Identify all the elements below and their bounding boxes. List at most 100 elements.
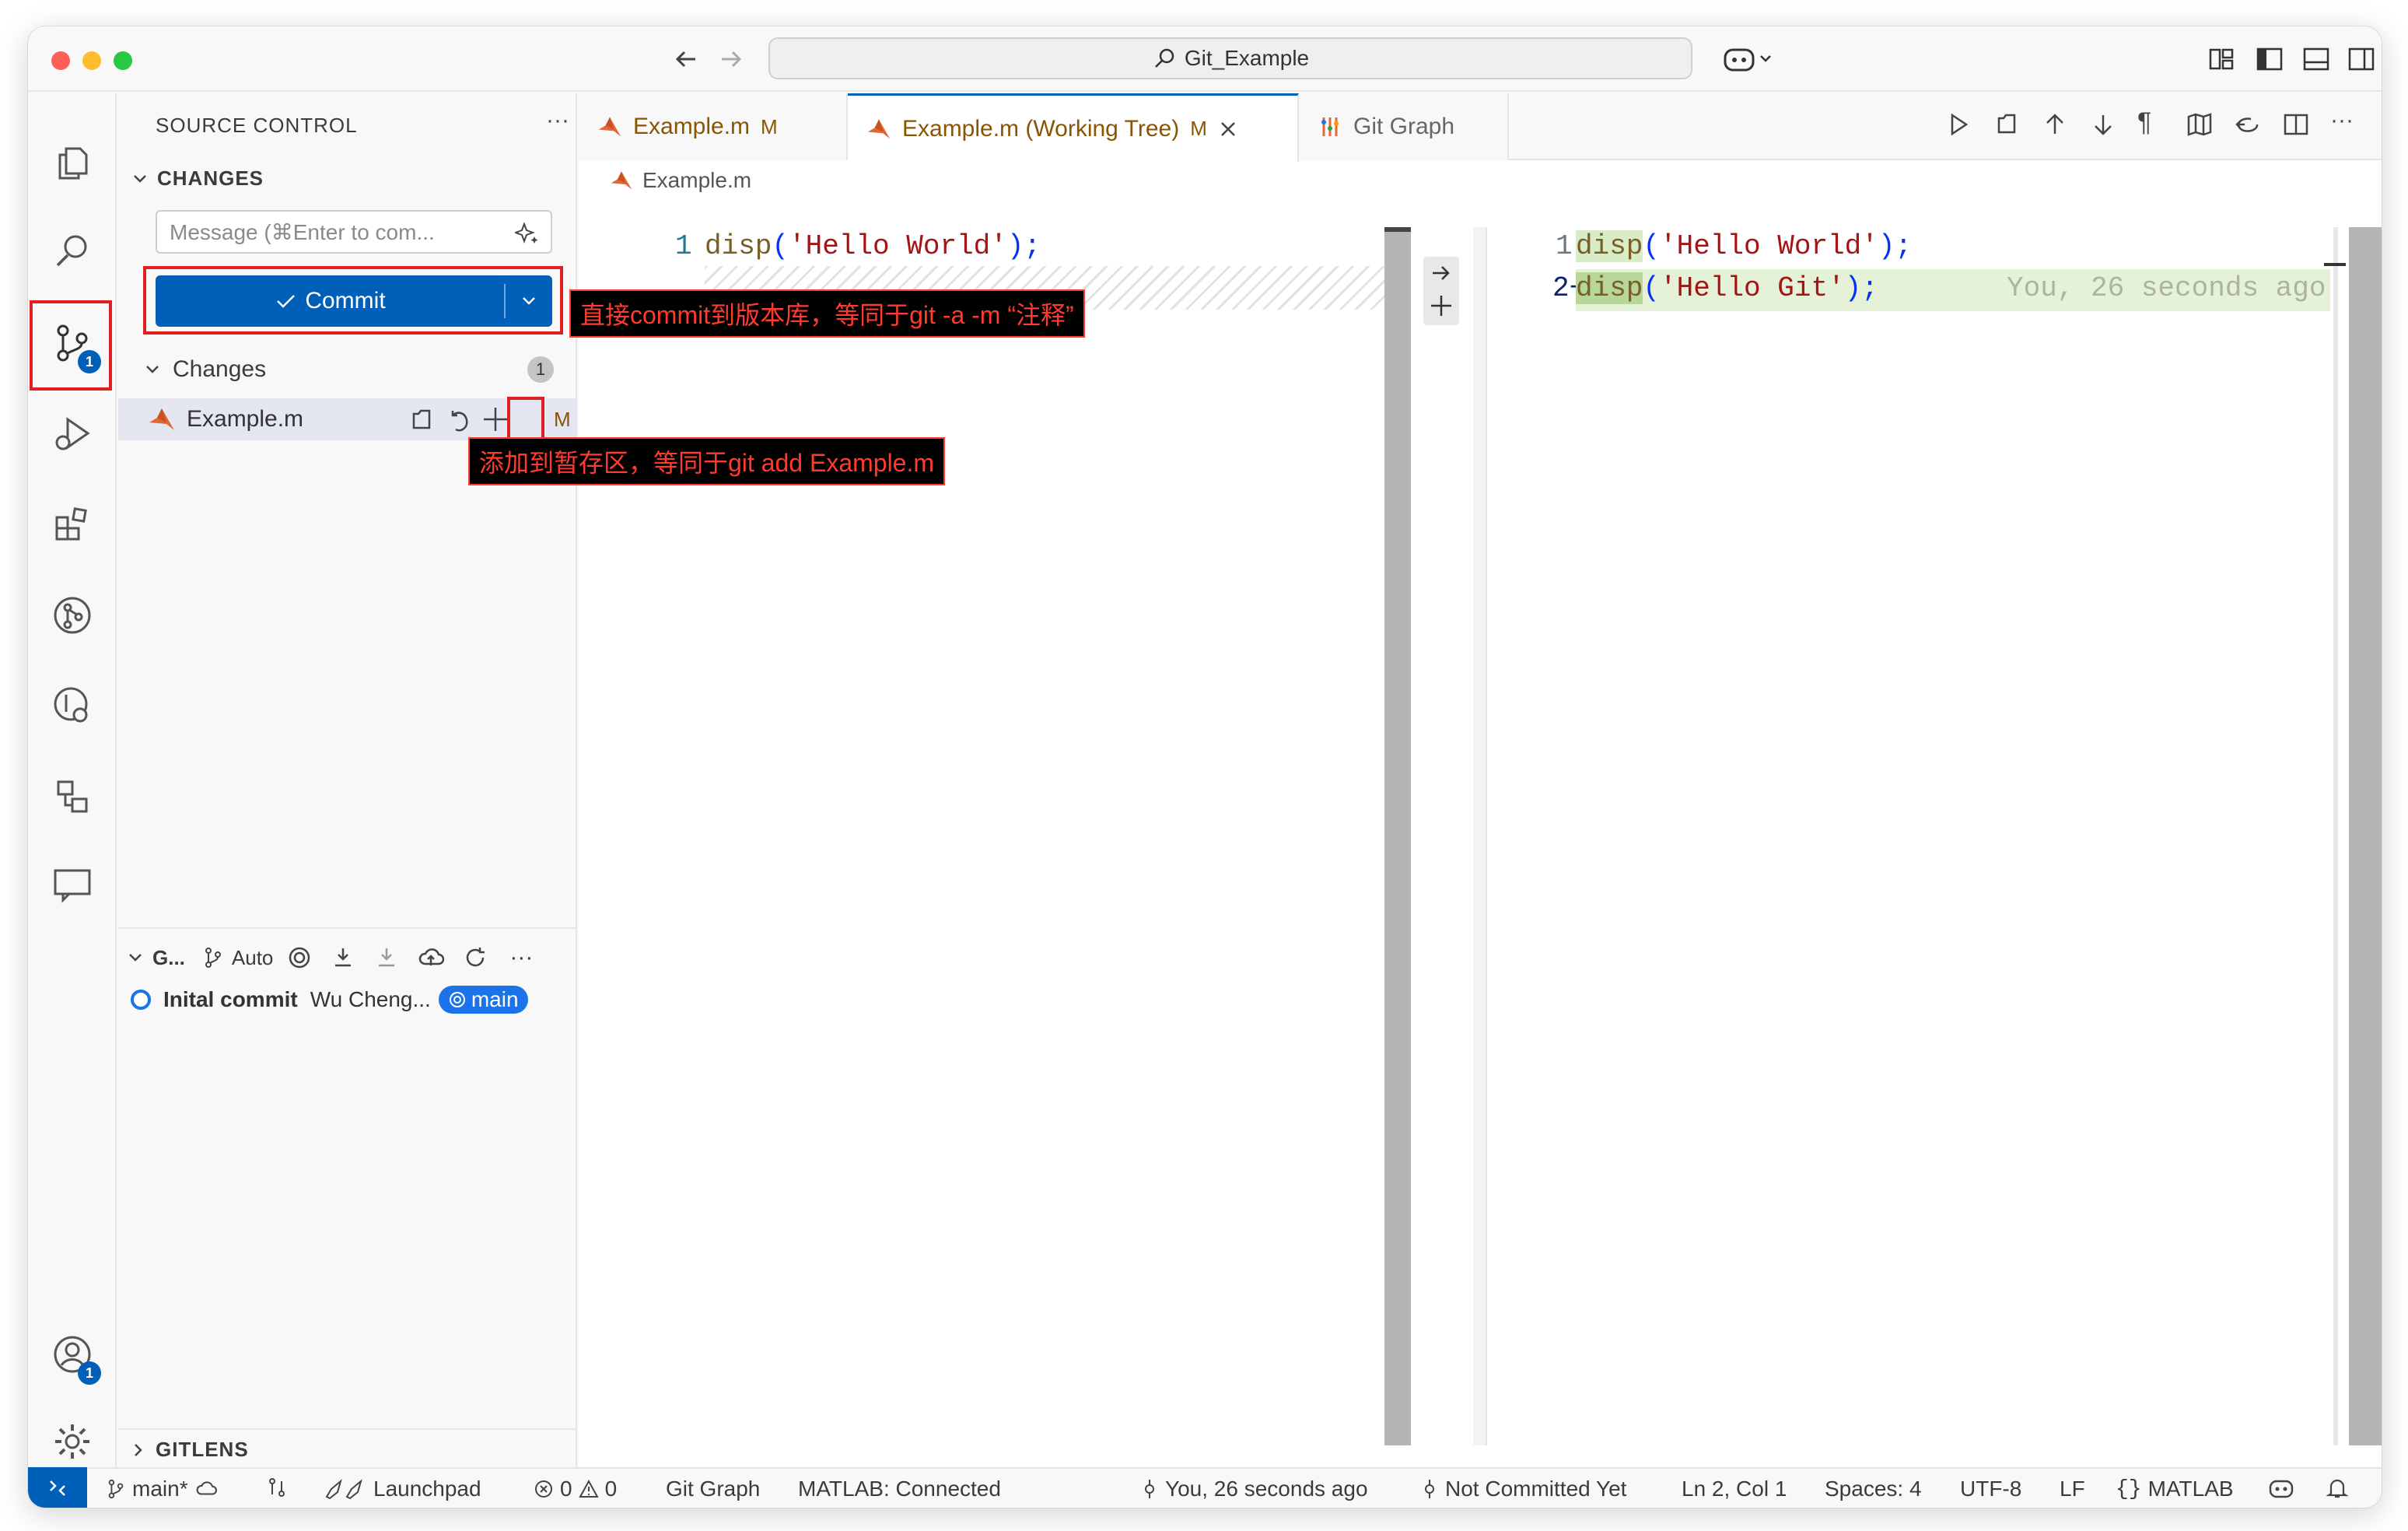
- toggle-secondary-sidebar-icon[interactable]: [2346, 44, 2377, 75]
- accounts-icon[interactable]: 1: [48, 1330, 101, 1385]
- pull-icon[interactable]: [374, 945, 399, 970]
- target-icon[interactable]: [287, 945, 312, 970]
- breadcrumb-matlab-icon: [610, 169, 633, 192]
- run-icon[interactable]: [1944, 110, 1972, 138]
- matlab-tab-icon: [866, 117, 891, 142]
- revert-arrow-icon[interactable]: [1428, 260, 1454, 286]
- command-center[interactable]: Git_Example: [768, 37, 1692, 79]
- warning-icon: [578, 1479, 599, 1499]
- push-cloud-icon[interactable]: [418, 945, 445, 970]
- status-errors-count: 0: [560, 1477, 572, 1501]
- open-file-toolbar-icon[interactable]: [1993, 110, 2021, 138]
- status-encoding[interactable]: UTF-8: [1960, 1477, 2021, 1501]
- open-file-icon[interactable]: [408, 406, 436, 434]
- toggle-primary-sidebar-icon[interactable]: [2254, 44, 2285, 75]
- changes-group-chevron-icon: [143, 360, 162, 379]
- status-language[interactable]: {} MATLAB: [2116, 1477, 2234, 1501]
- code-function: disp: [1576, 272, 1643, 304]
- views-more-icon[interactable]: ···: [546, 107, 569, 134]
- graph-auto-label[interactable]: Auto: [232, 946, 274, 970]
- status-eol[interactable]: LF: [2060, 1477, 2085, 1501]
- commit-graph-header[interactable]: G... Auto ···: [126, 938, 533, 977]
- status-branch[interactable]: main*: [106, 1477, 218, 1501]
- changes-group-header[interactable]: Changes 1: [143, 350, 563, 389]
- forward-arrow-icon[interactable]: [716, 44, 747, 75]
- chevron-down-icon: [131, 170, 149, 188]
- manage-gear-icon[interactable]: [48, 1417, 96, 1466]
- customize-layout-icon[interactable]: [2206, 44, 2237, 75]
- graph-more-icon[interactable]: ···: [509, 944, 533, 971]
- explorer-icon[interactable]: [48, 138, 96, 187]
- next-change-icon[interactable]: [2089, 110, 2117, 138]
- copilot-icon[interactable]: [1722, 44, 1776, 75]
- right-code-line-1[interactable]: disp('Hello World');: [1576, 230, 1912, 262]
- matlab-tab-icon: [597, 114, 622, 139]
- stage-changes-plus-icon[interactable]: [481, 405, 510, 434]
- status-launchpad[interactable]: Launchpad: [324, 1477, 481, 1501]
- branch-pill[interactable]: main: [438, 986, 528, 1014]
- status-not-committed[interactable]: Not Committed Yet: [1420, 1477, 1626, 1501]
- status-git-graph[interactable]: Git Graph: [666, 1477, 760, 1501]
- editor-more-icon[interactable]: ···: [2330, 107, 2354, 134]
- extensions-icon[interactable]: [48, 499, 96, 548]
- map-icon[interactable]: [2186, 110, 2214, 138]
- status-spaces[interactable]: Spaces: 4: [1825, 1477, 1922, 1501]
- window-title: Git_Example: [1184, 46, 1310, 70]
- source-control-sidebar: SOURCE CONTROL ··· CHANGES Message (⌘Ent…: [118, 93, 577, 1467]
- gitlens-inspect-icon[interactable]: [48, 681, 96, 730]
- left-code-line[interactable]: disp('Hello World');: [705, 230, 1041, 262]
- commit-dropdown-chevron-icon[interactable]: [506, 291, 552, 311]
- sparkle-icon[interactable]: [515, 221, 540, 246]
- maximize-window-button[interactable]: [114, 51, 132, 70]
- commit-button[interactable]: Commit: [156, 275, 552, 327]
- changes-group-label: Changes: [173, 356, 267, 382]
- split-editor-icon[interactable]: [2282, 110, 2310, 138]
- close-window-button[interactable]: [51, 51, 70, 70]
- tab-label: Example.m (Working Tree): [902, 115, 1180, 142]
- branch-pill-label: main: [471, 987, 519, 1011]
- inline-blame: You, 26 seconds ago: [2007, 272, 2326, 304]
- code-paren: );: [1844, 272, 1878, 304]
- git-graph-view-icon[interactable]: [48, 591, 96, 639]
- left-editor-scrollbar[interactable]: [1384, 227, 1411, 1445]
- minimize-window-button[interactable]: [82, 51, 101, 70]
- tab-working-tree[interactable]: Example.m (Working Tree) M: [848, 93, 1299, 162]
- status-git-icon[interactable]: [266, 1477, 288, 1498]
- right-editor-scrollbar[interactable]: [2349, 227, 2382, 1445]
- back-arrow-icon[interactable]: [670, 44, 702, 75]
- notifications-bell-icon[interactable]: [2326, 1477, 2349, 1500]
- tab-label: Example.m: [633, 114, 751, 139]
- commit-row[interactable]: Inital commit Wu Cheng... main: [129, 980, 572, 1019]
- remote-explorer-icon[interactable]: [48, 772, 96, 820]
- status-blame[interactable]: You, 26 seconds ago: [1140, 1477, 1368, 1501]
- changes-section-header[interactable]: CHANGES: [131, 166, 264, 191]
- changed-file-name: Example.m: [187, 406, 304, 432]
- refresh-icon[interactable]: [463, 945, 488, 970]
- commit-dot-icon: [129, 988, 152, 1011]
- close-tab-icon[interactable]: [1218, 119, 1238, 139]
- status-problems[interactable]: 0 0: [534, 1477, 617, 1501]
- status-bar: main* Launchpad 0 0 Git Graph MATLAB: Co…: [28, 1467, 2382, 1508]
- gitlens-section-header[interactable]: GITLENS: [129, 1438, 249, 1462]
- fetch-icon[interactable]: [331, 945, 355, 970]
- pilcrow-icon[interactable]: ¶: [2137, 107, 2151, 138]
- error-icon: [534, 1479, 554, 1499]
- chat-icon[interactable]: [48, 860, 96, 909]
- right-code-line-2[interactable]: disp('Hello Git');: [1576, 272, 1878, 304]
- stage-range-plus-icon[interactable]: [1428, 293, 1454, 319]
- run-debug-icon[interactable]: [48, 409, 96, 457]
- tab-git-graph[interactable]: Git Graph: [1299, 93, 1509, 160]
- commit-message-input[interactable]: Message (⌘Enter to com...: [156, 210, 552, 254]
- discard-changes-icon[interactable]: [445, 406, 473, 434]
- breadcrumb[interactable]: Example.m: [610, 168, 751, 193]
- swap-icon[interactable]: [2234, 110, 2262, 138]
- search-view-icon[interactable]: [48, 227, 96, 275]
- toggle-panel-icon[interactable]: [2301, 44, 2332, 75]
- status-matlab[interactable]: MATLAB: Connected: [798, 1477, 1001, 1501]
- previous-change-icon[interactable]: [2041, 110, 2069, 138]
- tab-example-m[interactable]: Example.m M: [579, 93, 848, 160]
- code-paren: (: [772, 230, 789, 262]
- status-copilot-icon[interactable]: [2268, 1477, 2294, 1500]
- status-position[interactable]: Ln 2, Col 1: [1682, 1477, 1787, 1501]
- remote-indicator[interactable]: [28, 1467, 87, 1508]
